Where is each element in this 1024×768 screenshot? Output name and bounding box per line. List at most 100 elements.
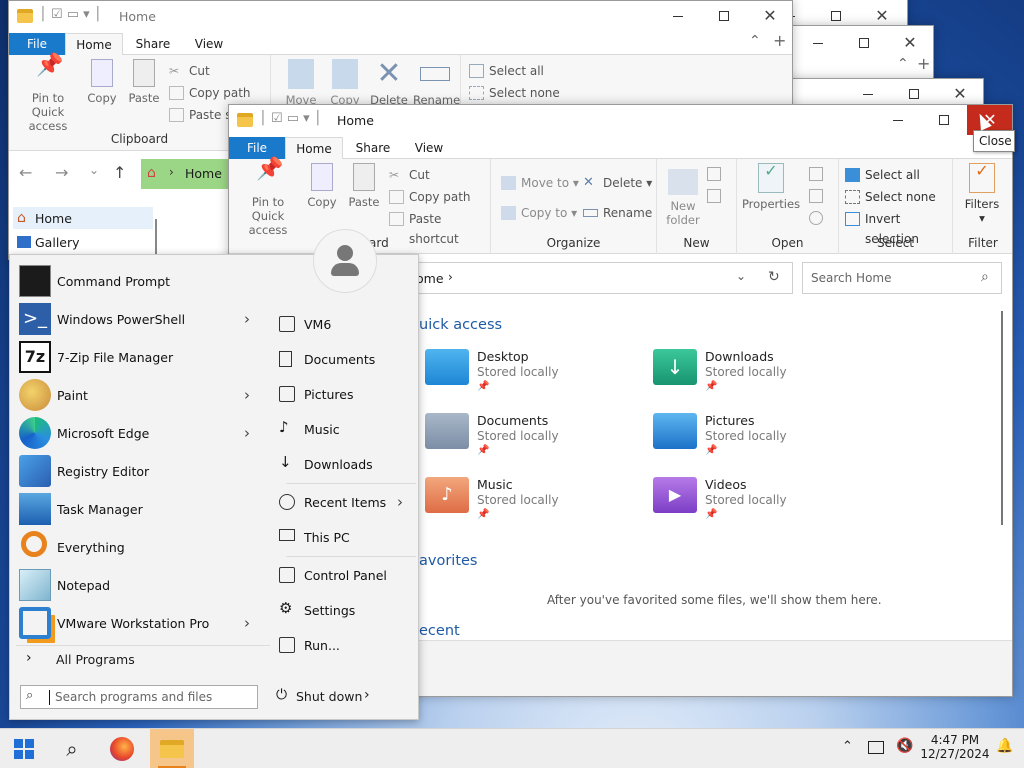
delete-button[interactable]: ✕ Delete	[369, 59, 409, 108]
place-run[interactable]: Run...	[275, 630, 417, 660]
maximize-button[interactable]	[841, 28, 887, 58]
cut-button[interactable]: ✂ Cut	[389, 165, 430, 185]
all-programs-button[interactable]: › All Programs	[16, 647, 270, 671]
content-scrollbar[interactable]	[1001, 311, 1003, 525]
app-edge[interactable]: Microsoft Edge ›	[10, 414, 275, 452]
minimize-button[interactable]	[875, 105, 921, 135]
folder-documents[interactable]: Documents Stored locally 📌	[425, 413, 625, 473]
folder-desktop[interactable]: Desktop Stored locally 📌	[425, 349, 625, 409]
firefox-button[interactable]	[100, 729, 144, 768]
chevron-right-icon[interactable]: ›	[244, 310, 250, 328]
chevron-right-icon[interactable]: ›	[397, 493, 403, 511]
rename-button[interactable]: Rename	[583, 203, 652, 223]
address-dropdown-icon[interactable]: ⌄	[736, 269, 746, 283]
delete-button[interactable]: ✕ Delete ▾	[583, 173, 652, 193]
file-explorer-button[interactable]	[150, 729, 194, 768]
rename-button[interactable]: Rename	[413, 59, 460, 107]
select-all-button[interactable]: Select all	[469, 61, 544, 81]
app-7zip[interactable]: 7z 7-Zip File Manager	[10, 338, 275, 376]
forward-icon[interactable]: →	[55, 163, 68, 182]
new-item-icon[interactable]	[707, 167, 721, 181]
chevron-up-icon[interactable]: ⌃	[842, 739, 853, 754]
select-all-button[interactable]: Select all	[845, 165, 920, 185]
breadcrumb-home[interactable]: Home	[185, 166, 222, 181]
tab-file[interactable]: File	[9, 33, 65, 55]
edit-icon[interactable]	[809, 189, 823, 203]
nav-item-home[interactable]: ⌂ Home	[13, 207, 153, 229]
maximize-button[interactable]	[921, 105, 967, 135]
place-this-pc[interactable]: This PC	[275, 522, 417, 552]
up-icon[interactable]: ↑	[113, 163, 126, 182]
minimize-button[interactable]	[795, 28, 841, 58]
tab-share[interactable]: Share	[127, 33, 179, 55]
pin-button[interactable]: 📌 Pin to Quick access	[15, 55, 81, 134]
app-task-manager[interactable]: Task Manager	[10, 490, 275, 528]
cut-button[interactable]: ✂ Cut	[169, 61, 210, 81]
select-none-button[interactable]: Select none	[845, 187, 936, 207]
select-none-button[interactable]: Select none	[469, 83, 560, 103]
address-bar[interactable]: ome › ⌄ ↻	[409, 262, 793, 294]
maximize-button[interactable]	[701, 1, 747, 31]
breadcrumb[interactable]: ⌂ › Home	[141, 159, 231, 189]
place-settings[interactable]: ⚙ Settings	[275, 595, 417, 625]
folder-music[interactable]: ♪ Music Stored locally 📌	[425, 477, 625, 537]
place-downloads[interactable]: ↓ Downloads	[275, 449, 417, 479]
tab-view[interactable]: View	[183, 33, 235, 55]
paste-button[interactable]: Paste	[347, 163, 381, 209]
start-search-box[interactable]: ⌕ Search programs and files	[20, 685, 258, 709]
chevron-right-icon[interactable]: ›	[364, 687, 370, 703]
search-input[interactable]: Search Home	[811, 271, 891, 285]
place-music[interactable]: ♪ Music	[275, 414, 417, 444]
tab-view[interactable]: View	[403, 137, 455, 159]
start-search-input[interactable]: Search programs and files	[55, 690, 212, 704]
move-to-button[interactable]: Move	[281, 59, 321, 107]
notification-bell-icon[interactable]: 🔔	[996, 738, 1013, 754]
folder-videos[interactable]: ▶ Videos Stored locally 📌	[653, 477, 853, 537]
place-documents[interactable]: Documents	[275, 344, 417, 374]
place-pictures[interactable]: Pictures	[275, 379, 417, 409]
tab-home[interactable]: Home	[65, 33, 123, 56]
recent-locations-icon[interactable]: ⌄	[89, 163, 99, 177]
place-vm6[interactable]: VM6	[275, 309, 417, 339]
new-tab-icon[interactable]: +	[917, 54, 930, 73]
app-command-prompt[interactable]: Command Prompt	[10, 262, 275, 300]
search-button[interactable]: ⌕	[50, 729, 94, 768]
user-avatar[interactable]	[313, 229, 377, 293]
paste-button[interactable]: Paste	[127, 59, 161, 105]
copy-to-button[interactable]: Copy to ▾	[501, 203, 577, 223]
network-icon[interactable]	[868, 741, 884, 754]
pin-button[interactable]: 📌 Pin to Quick access	[235, 159, 301, 238]
app-vmware[interactable]: VMware Workstation Pro ›	[10, 604, 275, 642]
place-control-panel[interactable]: Control Panel	[275, 560, 417, 590]
history-icon[interactable]	[809, 211, 823, 225]
refresh-icon[interactable]: ↻	[768, 269, 780, 285]
copy-path-button[interactable]: Copy path	[389, 187, 471, 207]
quick-access-heading[interactable]: uick access	[419, 317, 502, 333]
folder-downloads[interactable]: ↓ Downloads Stored locally 📌	[653, 349, 853, 409]
chevron-right-icon[interactable]: ›	[244, 386, 250, 404]
chevron-right-icon[interactable]: ›	[244, 614, 250, 632]
place-recent-items[interactable]: Recent Items ›	[275, 487, 417, 517]
collapse-ribbon-icon[interactable]: ⌃	[749, 33, 761, 49]
new-folder-button[interactable]: New folder	[663, 163, 703, 227]
app-powershell[interactable]: >_ Windows PowerShell ›	[10, 300, 275, 338]
chevron-right-icon[interactable]: ›	[244, 424, 250, 442]
recent-heading[interactable]: ecent	[419, 623, 460, 639]
tab-share[interactable]: Share	[347, 137, 399, 159]
favorites-heading[interactable]: avorites	[419, 553, 478, 569]
clock[interactable]: 4:47 PM 12/27/2024	[920, 733, 990, 765]
filters-button[interactable]: ✓ Filters ▾	[957, 163, 1007, 226]
copy-to-button[interactable]: Copy	[325, 59, 365, 107]
search-box[interactable]: Search Home ⌕	[802, 262, 1002, 294]
new-tab-icon[interactable]: +	[773, 31, 786, 50]
open-icon[interactable]	[809, 167, 823, 181]
folder-pictures[interactable]: Pictures Stored locally 📌	[653, 413, 853, 473]
move-to-button[interactable]: Move to ▾	[501, 173, 579, 193]
app-paint[interactable]: Paint ›	[10, 376, 275, 414]
back-icon[interactable]: ←	[19, 163, 32, 182]
volume-muted-icon[interactable]: 🔇	[896, 738, 913, 754]
paste-shortcut-button[interactable]: Paste shortcut	[389, 209, 490, 246]
nav-item-gallery[interactable]: Gallery	[13, 231, 80, 253]
start-button[interactable]	[2, 729, 46, 768]
copy-button[interactable]: Copy	[305, 163, 339, 209]
